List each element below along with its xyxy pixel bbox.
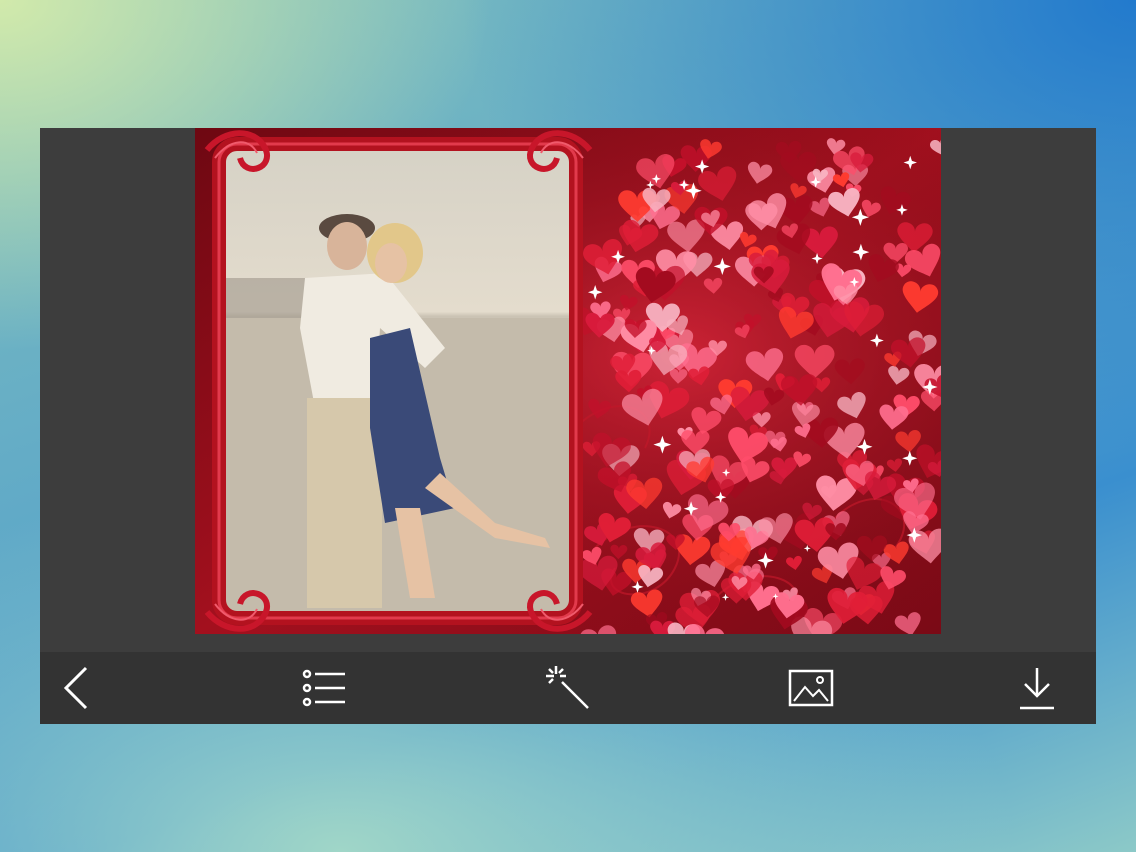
download-icon xyxy=(1020,668,1054,710)
gallery-button[interactable] xyxy=(783,660,839,716)
framed-photo xyxy=(195,128,941,634)
couple-photo xyxy=(225,150,570,612)
effects-button[interactable] xyxy=(540,660,596,716)
image-icon xyxy=(788,669,834,707)
bottom-toolbar xyxy=(40,652,1096,724)
chevron-left-icon xyxy=(63,666,88,710)
photo-frame-editor xyxy=(40,128,1096,724)
download-button[interactable] xyxy=(1009,660,1065,716)
back-button[interactable] xyxy=(48,660,104,716)
frame-canvas[interactable] xyxy=(195,128,941,634)
frames-list-button[interactable] xyxy=(296,660,352,716)
list-icon xyxy=(302,669,345,707)
magic-wand-icon xyxy=(546,666,589,709)
